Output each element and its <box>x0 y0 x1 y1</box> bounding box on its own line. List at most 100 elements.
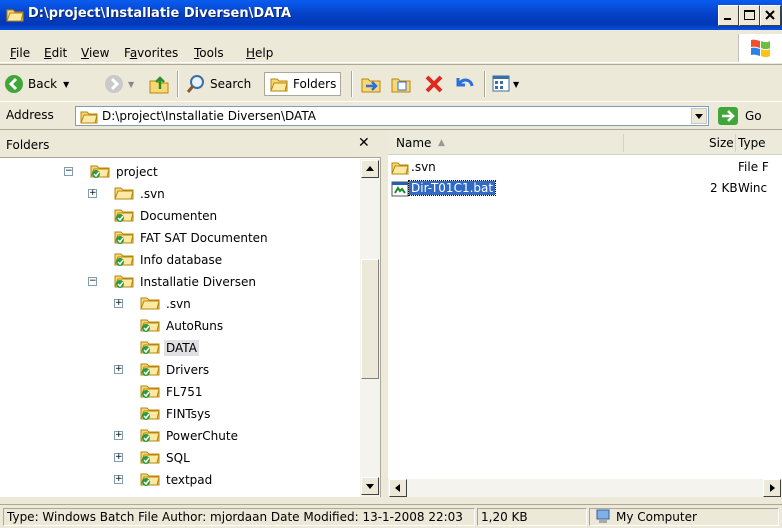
menu-help[interactable]: Help <box>246 46 273 60</box>
search-button[interactable]: Search <box>186 72 251 96</box>
file-type: File F <box>738 160 769 174</box>
folders-icon <box>270 78 288 92</box>
search-icon <box>186 75 204 93</box>
menu-edit[interactable]: Edit <box>44 46 67 60</box>
scroll-left-button[interactable] <box>389 479 407 497</box>
chevron-left-icon <box>395 484 400 492</box>
expand-icon[interactable]: + <box>88 189 97 198</box>
menu-favorites[interactable]: Favorites <box>124 46 178 60</box>
back-arrow-icon <box>5 75 23 93</box>
file-type: Winc <box>738 181 768 195</box>
toolbar-separator <box>177 71 179 97</box>
window-title: D:\project\Installatie Diversen\DATA <box>28 6 292 21</box>
tree-item[interactable]: AutoRuns <box>140 315 225 337</box>
svn-folder-icon <box>114 229 134 247</box>
tree-item[interactable]: Documenten <box>114 205 219 227</box>
views-icon <box>492 75 510 92</box>
tree-item[interactable]: + .svn <box>114 293 193 315</box>
folders-button[interactable]: Folders <box>264 72 342 96</box>
tree-item[interactable]: − Installatie Diversen <box>88 271 258 293</box>
tree-item-label: FAT SAT Documenten <box>140 231 268 245</box>
file-name: .svn <box>411 160 436 174</box>
close-button[interactable] <box>760 5 781 26</box>
file-row[interactable]: .svn File F <box>388 157 782 179</box>
svn-folder-icon <box>114 251 134 269</box>
svn-folder-icon <box>140 317 160 335</box>
copy-to-button[interactable] <box>390 72 412 96</box>
tree-item[interactable]: + SQL <box>114 447 192 469</box>
folders-pane-title: Folders <box>6 138 50 152</box>
status-zone: My Computer <box>589 508 779 526</box>
status-bar: Type: Windows Batch File Author: mjordaa… <box>0 504 782 528</box>
folder-icon <box>80 111 98 124</box>
scroll-up-button[interactable] <box>361 160 379 178</box>
tree-item[interactable]: + .svn <box>88 183 167 205</box>
tree-item[interactable]: FINTsys <box>140 403 212 425</box>
tree-item[interactable]: + PowerChute <box>114 425 240 447</box>
address-dropdown-button[interactable] <box>691 108 707 124</box>
collapse-icon[interactable]: − <box>88 277 97 286</box>
scroll-thumb[interactable] <box>361 259 379 379</box>
close-icon <box>765 10 775 20</box>
column-type[interactable]: Type <box>738 136 766 150</box>
minimize-button[interactable] <box>718 5 739 26</box>
views-button[interactable]: ▼ <box>492 72 519 96</box>
scroll-down-button[interactable] <box>361 477 379 495</box>
forward-dropdown-icon[interactable]: ▼ <box>128 80 134 89</box>
menu-view[interactable]: View <box>81 46 109 60</box>
tree-item[interactable]: FL751 <box>140 381 205 403</box>
column-size[interactable]: Size <box>709 136 734 150</box>
back-button[interactable]: Back ▼ <box>4 72 69 96</box>
menu-tools[interactable]: Tools <box>194 46 224 60</box>
scroll-right-button[interactable] <box>763 479 781 497</box>
expand-icon[interactable]: + <box>114 365 123 374</box>
collapse-icon[interactable]: − <box>64 167 73 176</box>
up-button[interactable] <box>148 72 170 96</box>
column-separator[interactable] <box>735 134 736 152</box>
close-pane-icon[interactable]: ✕ <box>358 135 370 151</box>
horizontal-scrollbar[interactable] <box>388 479 782 497</box>
svn-folder-icon <box>114 207 134 225</box>
back-dropdown-icon[interactable]: ▼ <box>63 80 69 89</box>
go-arrow-icon <box>718 107 738 125</box>
title-bar[interactable]: D:\project\Installatie Diversen\DATA <box>0 0 782 30</box>
svn-folder-icon <box>140 405 160 423</box>
menu-file[interactable]: File <box>10 46 30 60</box>
tree-item[interactable]: + textpad <box>114 469 214 491</box>
expand-icon[interactable]: + <box>114 431 123 440</box>
file-row[interactable]: Dir-T01C1.bat 2 KB Winc <box>388 178 782 200</box>
tree-item-label: Documenten <box>140 209 218 223</box>
maximize-button[interactable] <box>739 5 760 26</box>
tree-item-label: textpad <box>166 473 213 487</box>
tree-item[interactable]: DATA <box>140 337 199 359</box>
tree-item[interactable]: + Drivers <box>114 359 211 381</box>
svn-folder-icon <box>140 361 160 379</box>
views-dropdown-icon[interactable]: ▼ <box>513 80 519 89</box>
address-value: D:\project\Installatie Diversen\DATA <box>102 109 316 123</box>
expand-icon[interactable]: + <box>114 475 123 484</box>
go-button[interactable]: Go <box>717 106 779 126</box>
status-description: Type: Windows Batch File Author: mjordaa… <box>3 508 475 526</box>
tree-item-label: .svn <box>140 187 165 201</box>
standard-toolbar: Back ▼ ▼ Search Folders ▼ <box>0 64 782 102</box>
expand-icon[interactable]: + <box>114 453 123 462</box>
tree-item[interactable]: Info database <box>114 249 224 271</box>
address-input[interactable]: D:\project\Installatie Diversen\DATA <box>75 106 709 126</box>
folder-window-icon <box>6 7 24 22</box>
move-to-button[interactable] <box>360 72 382 96</box>
delete-button[interactable] <box>424 72 444 96</box>
tree-item[interactable]: − project <box>64 161 160 183</box>
undo-button[interactable] <box>454 72 476 96</box>
forward-button[interactable]: ▼ <box>104 72 134 96</box>
expand-icon[interactable]: + <box>114 299 123 308</box>
vertical-scrollbar[interactable] <box>360 159 380 497</box>
my-computer-icon <box>596 509 610 523</box>
toolbar-separator <box>351 71 353 97</box>
file-name: Dir-T01C1.bat <box>407 180 497 196</box>
tree-item-label: FL751 <box>166 385 203 399</box>
column-name[interactable]: Name <box>396 136 431 150</box>
tree-item[interactable]: FAT SAT Documenten <box>114 227 270 249</box>
chevron-down-icon <box>366 484 374 489</box>
column-separator[interactable] <box>623 134 624 152</box>
folder-tree[interactable]: − project + .svn Documenten FAT SAT Documente… <box>0 159 360 497</box>
